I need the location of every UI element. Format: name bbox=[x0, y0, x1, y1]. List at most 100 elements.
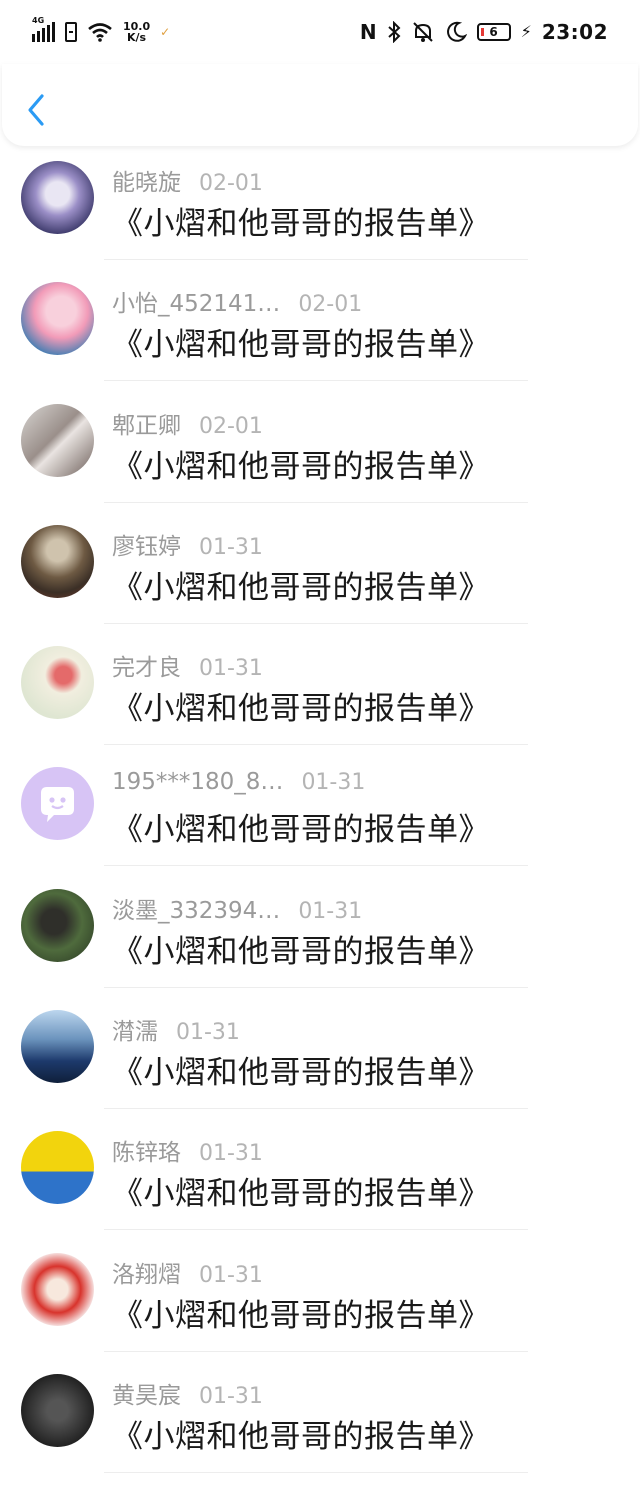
divider bbox=[104, 1350, 528, 1352]
avatar[interactable] bbox=[21, 888, 94, 962]
divider bbox=[104, 1229, 528, 1231]
status-bar-right: N 6 ⚡ 23:02 bbox=[360, 20, 608, 44]
list-item[interactable]: 黄昊宸 01-31 《小熠和他哥哥的报告单》 bbox=[0, 1365, 640, 1486]
wifi-icon bbox=[88, 23, 112, 42]
divider bbox=[104, 1471, 528, 1473]
avatar[interactable] bbox=[21, 282, 94, 356]
list-item-meta: 潸濡 01-31 bbox=[112, 1012, 240, 1046]
avatar[interactable] bbox=[21, 767, 94, 841]
user-name[interactable]: 完才良 bbox=[112, 648, 181, 682]
list-item-meta: 完才良 01-31 bbox=[112, 648, 263, 682]
speed-unit: K/s bbox=[127, 31, 147, 44]
battery-level: 6 bbox=[489, 25, 498, 39]
network-speed: 10.0 K/s bbox=[123, 21, 150, 43]
list-item[interactable]: 能晓旋 02-01 《小熠和他哥哥的报告单》 bbox=[0, 152, 640, 273]
post-date: 01-31 bbox=[199, 1383, 263, 1409]
user-name[interactable]: 195***180_8… bbox=[112, 769, 283, 795]
user-name[interactable]: 潸濡 bbox=[112, 1012, 158, 1046]
list-item-meta: 195***180_8… 01-31 bbox=[112, 769, 365, 795]
item-title[interactable]: 《小熠和他哥哥的报告单》 bbox=[112, 441, 490, 486]
notification-check-icon: ✓ bbox=[160, 25, 171, 39]
status-bar: 4G 10.0 K/s ✓ N 6 ⚡ 23:02 bbox=[0, 0, 640, 64]
user-name[interactable]: 淡墨_332394… bbox=[112, 891, 280, 925]
divider bbox=[104, 501, 528, 503]
list-item[interactable]: 潸濡 01-31 《小熠和他哥哥的报告单》 bbox=[0, 1001, 640, 1122]
avatar[interactable] bbox=[21, 161, 94, 234]
status-bar-left: 4G 10.0 K/s ✓ bbox=[32, 16, 171, 43]
list-item[interactable]: 淡墨_332394… 01-31 《小熠和他哥哥的报告单》 bbox=[0, 880, 640, 1001]
list-item[interactable]: 郫正卿 02-01 《小熠和他哥哥的报告单》 bbox=[0, 395, 640, 516]
post-date: 01-31 bbox=[298, 898, 363, 924]
divider bbox=[104, 744, 528, 746]
user-name[interactable]: 陈锌珞 bbox=[112, 1133, 181, 1167]
user-list: 能晓旋 02-01 《小熠和他哥哥的报告单》 小怡_452141… 02-01 《小熠和他… bbox=[0, 152, 640, 1486]
item-title[interactable]: 《小熠和他哥哥的报告单》 bbox=[112, 198, 490, 243]
top-nav-bar bbox=[2, 64, 638, 146]
item-title[interactable]: 《小熠和他哥哥的报告单》 bbox=[112, 1290, 490, 1335]
back-button[interactable] bbox=[20, 90, 52, 130]
battery-icon: 6 bbox=[476, 23, 511, 41]
item-title[interactable]: 《小熠和他哥哥的报告单》 bbox=[112, 1168, 490, 1213]
item-title[interactable]: 《小熠和他哥哥的报告单》 bbox=[112, 319, 490, 364]
list-item[interactable]: 195***180_8… 01-31 《小熠和他哥哥的报告单》 bbox=[0, 758, 640, 879]
mute-bell-icon bbox=[412, 22, 433, 42]
list-item-meta: 廖钰婷 01-31 bbox=[112, 527, 263, 561]
item-title[interactable]: 《小熠和他哥哥的报告单》 bbox=[112, 804, 490, 849]
avatar[interactable] bbox=[21, 403, 94, 477]
divider bbox=[104, 622, 528, 624]
item-title[interactable]: 《小熠和他哥哥的报告单》 bbox=[112, 926, 490, 971]
divider bbox=[104, 259, 528, 260]
chevron-left-icon bbox=[28, 94, 44, 126]
chat-bubble-icon bbox=[41, 787, 74, 823]
list-item[interactable]: 完才良 01-31 《小熠和他哥哥的报告单》 bbox=[0, 637, 640, 758]
user-name[interactable]: 能晓旋 bbox=[112, 163, 181, 197]
network-type: 4G bbox=[32, 16, 45, 25]
post-date: 02-01 bbox=[199, 171, 263, 196]
list-item-meta: 洛翔熠 01-31 bbox=[112, 1255, 263, 1289]
item-title[interactable]: 《小熠和他哥哥的报告单》 bbox=[112, 1411, 490, 1456]
user-name[interactable]: 黄昊宸 bbox=[112, 1376, 181, 1410]
signal-icon: 4G bbox=[32, 16, 55, 42]
avatar[interactable] bbox=[21, 1373, 94, 1447]
list-item-meta: 黄昊宸 01-31 bbox=[112, 1376, 263, 1410]
clock: 23:02 bbox=[541, 20, 608, 44]
moon-icon bbox=[446, 21, 467, 42]
list-item-meta: 陈锌珞 01-31 bbox=[112, 1133, 263, 1167]
list-item[interactable]: 廖钰婷 01-31 《小熠和他哥哥的报告单》 bbox=[0, 516, 640, 637]
divider bbox=[104, 865, 528, 867]
avatar[interactable] bbox=[21, 646, 94, 720]
list-item[interactable]: 陈锌珞 01-31 《小熠和他哥哥的报告单》 bbox=[0, 1122, 640, 1243]
list-item-meta: 淡墨_332394… 01-31 bbox=[112, 891, 362, 925]
avatar[interactable] bbox=[21, 1131, 94, 1205]
bluetooth-icon bbox=[387, 21, 401, 43]
post-date: 01-31 bbox=[199, 656, 263, 682]
post-date: 01-31 bbox=[199, 1141, 263, 1167]
post-date: 02-01 bbox=[298, 292, 363, 318]
post-date: 01-31 bbox=[199, 1262, 263, 1288]
divider bbox=[104, 986, 528, 988]
user-name[interactable]: 廖钰婷 bbox=[112, 527, 181, 561]
user-name[interactable]: 洛翔熠 bbox=[112, 1255, 181, 1289]
avatar[interactable] bbox=[21, 1010, 94, 1084]
item-title[interactable]: 《小熠和他哥哥的报告单》 bbox=[112, 562, 490, 607]
post-date: 01-31 bbox=[176, 1020, 240, 1046]
list-item[interactable]: 洛翔熠 01-31 《小熠和他哥哥的报告单》 bbox=[0, 1244, 640, 1365]
item-title[interactable]: 《小熠和他哥哥的报告单》 bbox=[112, 683, 490, 728]
post-date: 01-31 bbox=[301, 770, 366, 796]
list-item[interactable]: 小怡_452141… 02-01 《小熠和他哥哥的报告单》 bbox=[0, 273, 640, 394]
post-date: 01-31 bbox=[199, 534, 263, 560]
divider bbox=[104, 1108, 528, 1110]
user-name[interactable]: 郫正卿 bbox=[112, 406, 181, 440]
user-name[interactable]: 小怡_452141… bbox=[112, 284, 280, 318]
post-date: 02-01 bbox=[199, 413, 263, 439]
charging-icon: ⚡ bbox=[520, 22, 532, 41]
sim-card-icon bbox=[65, 22, 77, 42]
item-title[interactable]: 《小熠和他哥哥的报告单》 bbox=[112, 1047, 490, 1092]
divider bbox=[104, 380, 528, 382]
avatar[interactable] bbox=[21, 524, 94, 598]
avatar[interactable] bbox=[21, 1252, 94, 1326]
list-item-meta: 小怡_452141… 02-01 bbox=[112, 284, 362, 318]
nfc-icon: N bbox=[359, 20, 377, 44]
list-item-meta: 郫正卿 02-01 bbox=[112, 406, 263, 440]
list-item-meta: 能晓旋 02-01 bbox=[112, 163, 263, 197]
